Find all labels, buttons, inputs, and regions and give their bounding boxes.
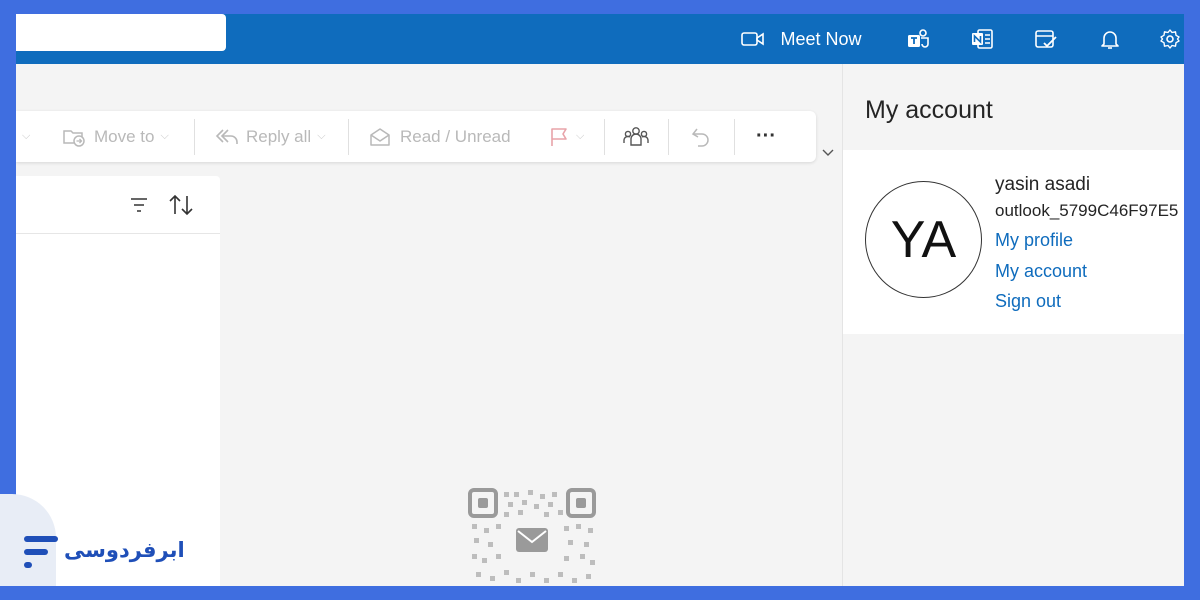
chevron-down-icon: ⌵ bbox=[22, 130, 31, 142]
to-do-icon bbox=[1035, 30, 1057, 48]
toolbar-divider bbox=[604, 119, 605, 155]
reply-all-label: Reply all bbox=[246, 126, 312, 146]
notifications-button[interactable] bbox=[1092, 14, 1128, 64]
toolbar-clipped-item[interactable]: ⌵ bbox=[16, 111, 46, 162]
toolbar-divider bbox=[194, 119, 195, 155]
read-unread-label: Read / Unread bbox=[400, 126, 511, 146]
filter-icon[interactable] bbox=[128, 194, 150, 216]
my-account-link[interactable]: My account bbox=[995, 261, 1087, 282]
move-to-label: Move to bbox=[94, 126, 155, 146]
brand-logo-icon bbox=[24, 536, 58, 568]
chevron-down-icon: ⌵ bbox=[576, 130, 585, 142]
undo-button[interactable] bbox=[690, 111, 712, 162]
account-card: YA yasin asadi outlook_5799C46F97E5 My p… bbox=[843, 150, 1184, 334]
reply-all-icon bbox=[215, 128, 238, 144]
my-account-panel: My account YA yasin asadi outlook_5799C4… bbox=[842, 64, 1184, 586]
more-options-button[interactable]: ··· bbox=[756, 111, 776, 162]
gear-icon bbox=[1160, 29, 1180, 49]
flag-icon bbox=[551, 127, 567, 146]
meet-now-label: Meet Now bbox=[780, 28, 862, 49]
message-list-header bbox=[16, 176, 220, 234]
toolbar-divider bbox=[734, 119, 735, 155]
my-profile-link[interactable]: My profile bbox=[995, 230, 1073, 251]
onenote-icon bbox=[972, 29, 993, 49]
reading-pane bbox=[220, 176, 842, 586]
qr-code-icon bbox=[468, 488, 596, 583]
to-do-button[interactable] bbox=[1028, 14, 1064, 64]
avatar: YA bbox=[865, 181, 982, 298]
move-to-folder-icon bbox=[63, 129, 85, 147]
panel-title: My account bbox=[865, 96, 993, 124]
search-input[interactable] bbox=[16, 14, 226, 51]
brand-name: ابرفردوسی bbox=[64, 539, 185, 562]
people-group-icon bbox=[623, 126, 649, 146]
chevron-down-icon: ⌵ bbox=[160, 130, 169, 142]
app-window: Meet Now ⌵ Move to ⌵ Reply all ⌵ Read / … bbox=[16, 14, 1184, 586]
more-options-icon: ··· bbox=[756, 125, 776, 147]
move-to-button[interactable]: Move to ⌵ bbox=[62, 111, 169, 162]
settings-button[interactable] bbox=[1156, 14, 1184, 64]
onenote-button[interactable] bbox=[964, 14, 1000, 64]
bell-icon bbox=[1101, 31, 1119, 49]
envelope-open-icon bbox=[370, 127, 390, 146]
sign-out-link[interactable]: Sign out bbox=[995, 291, 1061, 312]
toolbar-divider bbox=[348, 119, 349, 155]
command-toolbar: ⌵ Move to ⌵ Reply all ⌵ Read / Unread ⌵ … bbox=[16, 111, 816, 162]
toolbar-divider bbox=[668, 119, 669, 155]
toolbar-expand-chevron-icon[interactable] bbox=[820, 144, 836, 160]
mail-main-area: ⌵ Move to ⌵ Reply all ⌵ Read / Unread ⌵ … bbox=[16, 64, 842, 586]
account-name: yasin asadi bbox=[995, 174, 1091, 195]
teams-icon bbox=[908, 29, 929, 48]
reply-all-button[interactable]: Reply all ⌵ bbox=[214, 111, 326, 162]
meet-now-button[interactable]: Meet Now bbox=[716, 14, 886, 64]
teams-button[interactable] bbox=[900, 14, 936, 64]
account-email: outlook_5799C46F97E5 bbox=[995, 201, 1179, 220]
chevron-down-icon: ⌵ bbox=[317, 130, 326, 142]
flag-button[interactable]: ⌵ bbox=[548, 111, 584, 162]
video-camera-icon bbox=[741, 32, 765, 46]
read-unread-button[interactable]: Read / Unread bbox=[368, 111, 511, 162]
top-bar: Meet Now bbox=[16, 14, 1184, 64]
groups-button[interactable] bbox=[622, 111, 650, 162]
undo-icon bbox=[691, 128, 709, 147]
sort-icon[interactable] bbox=[168, 193, 194, 217]
